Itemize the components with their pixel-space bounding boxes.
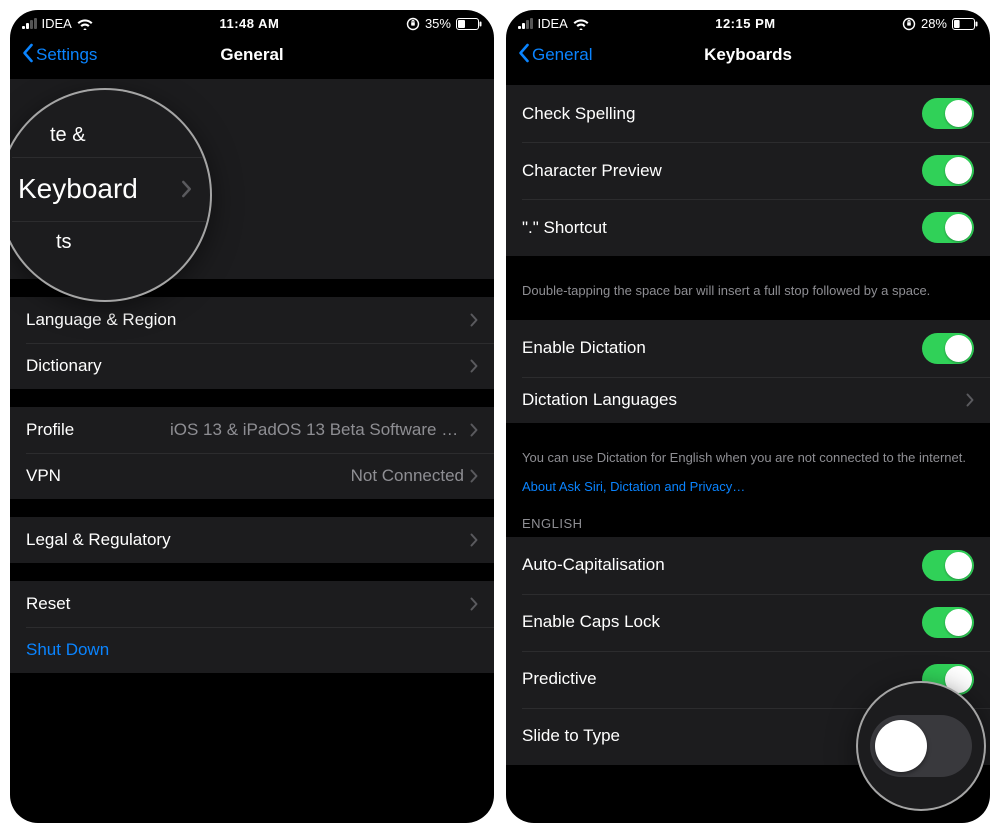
toggle-auto-capitalisation[interactable]: [922, 550, 974, 581]
row-profile[interactable]: Profile iOS 13 & iPadOS 13 Beta Software…: [10, 407, 494, 453]
chevron-left-icon: [518, 43, 530, 68]
chevron-right-icon: [470, 359, 478, 373]
footer-period-shortcut: Double-tapping the space bar will insert…: [506, 274, 990, 302]
status-bar: IDEA 11:48 AM 35%: [10, 10, 494, 33]
row-label: Language & Region: [26, 310, 176, 330]
battery-icon: [952, 18, 978, 30]
settings-group-legal: Legal & Regulatory: [10, 517, 494, 563]
row-legal-regulatory[interactable]: Legal & Regulatory: [10, 517, 494, 563]
row-label: Character Preview: [522, 161, 662, 181]
settings-group-spelling: Check Spelling Character Preview "." Sho…: [506, 85, 990, 256]
row-label: Dictionary: [26, 356, 102, 376]
toggle-check-spelling[interactable]: [922, 98, 974, 129]
row-dictionary[interactable]: Dictionary: [10, 343, 494, 389]
row-label: Slide to Type: [522, 726, 620, 746]
row-label: Shut Down: [26, 640, 109, 660]
row-label: Legal & Regulatory: [26, 530, 171, 550]
row-label: "." Shortcut: [522, 218, 607, 238]
back-button[interactable]: General: [512, 33, 598, 77]
settings-group-language: Language & Region Dictionary: [10, 297, 494, 389]
back-button[interactable]: Settings: [16, 33, 103, 77]
nav-bar: Settings General: [10, 33, 494, 77]
battery-pct-label: 28%: [921, 16, 947, 31]
row-label: Enable Caps Lock: [522, 612, 660, 632]
row-period-shortcut: "." Shortcut: [506, 199, 990, 256]
page-title: Keyboards: [704, 45, 792, 65]
magnifier-callout: te & Keyboard ts: [10, 90, 210, 300]
chevron-right-icon: [966, 393, 974, 407]
phone-right: IDEA 12:15 PM 28% General Keyboards: [506, 10, 990, 823]
signal-icon: [22, 18, 37, 29]
orientation-lock-icon: [406, 17, 420, 31]
magnifier-callout: [858, 683, 984, 809]
row-language-region[interactable]: Language & Region: [10, 297, 494, 343]
carrier-label: IDEA: [42, 16, 72, 31]
chevron-right-icon: [470, 313, 478, 327]
row-value: Not Connected: [351, 466, 470, 486]
settings-group-dictation: Enable Dictation Dictation Languages: [506, 320, 990, 423]
row-keyboard[interactable]: Keyboard: [18, 173, 138, 205]
chevron-right-icon: [470, 533, 478, 547]
phone-left: IDEA 11:48 AM 35% Settings General: [10, 10, 494, 823]
carrier-label: IDEA: [538, 16, 568, 31]
magnifier-fragment-bottom: ts: [18, 231, 72, 254]
settings-group-profile: Profile iOS 13 & iPadOS 13 Beta Software…: [10, 407, 494, 499]
row-reset[interactable]: Reset: [10, 581, 494, 627]
row-label: Reset: [26, 594, 70, 614]
row-label: Auto-Capitalisation: [522, 555, 665, 575]
wifi-icon: [573, 18, 589, 30]
row-label: Predictive: [522, 669, 597, 689]
chevron-right-icon: [181, 180, 192, 198]
row-label: Enable Dictation: [522, 338, 646, 358]
settings-group-reset: Reset Shut Down: [10, 581, 494, 673]
row-check-spelling: Check Spelling: [506, 85, 990, 142]
nav-bar: General Keyboards: [506, 33, 990, 77]
row-auto-capitalisation: Auto-Capitalisation: [506, 537, 990, 594]
orientation-lock-icon: [902, 17, 916, 31]
page-title: General: [220, 45, 283, 65]
row-label: Dictation Languages: [522, 390, 677, 410]
signal-icon: [518, 18, 533, 29]
status-bar: IDEA 12:15 PM 28%: [506, 10, 990, 33]
row-shut-down[interactable]: Shut Down: [10, 627, 494, 673]
chevron-right-icon: [470, 423, 478, 437]
row-vpn[interactable]: VPN Not Connected: [10, 453, 494, 499]
row-character-preview: Character Preview: [506, 142, 990, 199]
footer-dictation: You can use Dictation for English when y…: [506, 441, 990, 469]
row-enable-caps-lock: Enable Caps Lock: [506, 594, 990, 651]
clock-label: 11:48 AM: [219, 16, 279, 31]
battery-icon: [456, 18, 482, 30]
magnifier-fragment-top: te &: [18, 124, 86, 147]
section-header-english: ENGLISH: [506, 498, 990, 537]
toggle-character-preview[interactable]: [922, 155, 974, 186]
clock-label: 12:15 PM: [715, 16, 775, 31]
toggle-enable-caps-lock[interactable]: [922, 607, 974, 638]
row-dictation-languages[interactable]: Dictation Languages: [506, 377, 990, 423]
row-label: Check Spelling: [522, 104, 635, 124]
link-about-privacy[interactable]: About Ask Siri, Dictation and Privacy…: [506, 468, 990, 498]
toggle-enable-dictation[interactable]: [922, 333, 974, 364]
chevron-right-icon: [470, 469, 478, 483]
row-enable-dictation: Enable Dictation: [506, 320, 990, 377]
battery-pct-label: 35%: [425, 16, 451, 31]
row-label: VPN: [26, 466, 61, 486]
row-value: iOS 13 & iPadOS 13 Beta Software Pr…: [170, 420, 470, 440]
toggle-slide-to-type-zoomed[interactable]: [870, 715, 972, 777]
back-label: Settings: [36, 45, 97, 65]
wifi-icon: [77, 18, 93, 30]
toggle-period-shortcut[interactable]: [922, 212, 974, 243]
chevron-left-icon: [22, 43, 34, 68]
row-label: Profile: [26, 420, 74, 440]
back-label: General: [532, 45, 592, 65]
chevron-right-icon: [470, 597, 478, 611]
